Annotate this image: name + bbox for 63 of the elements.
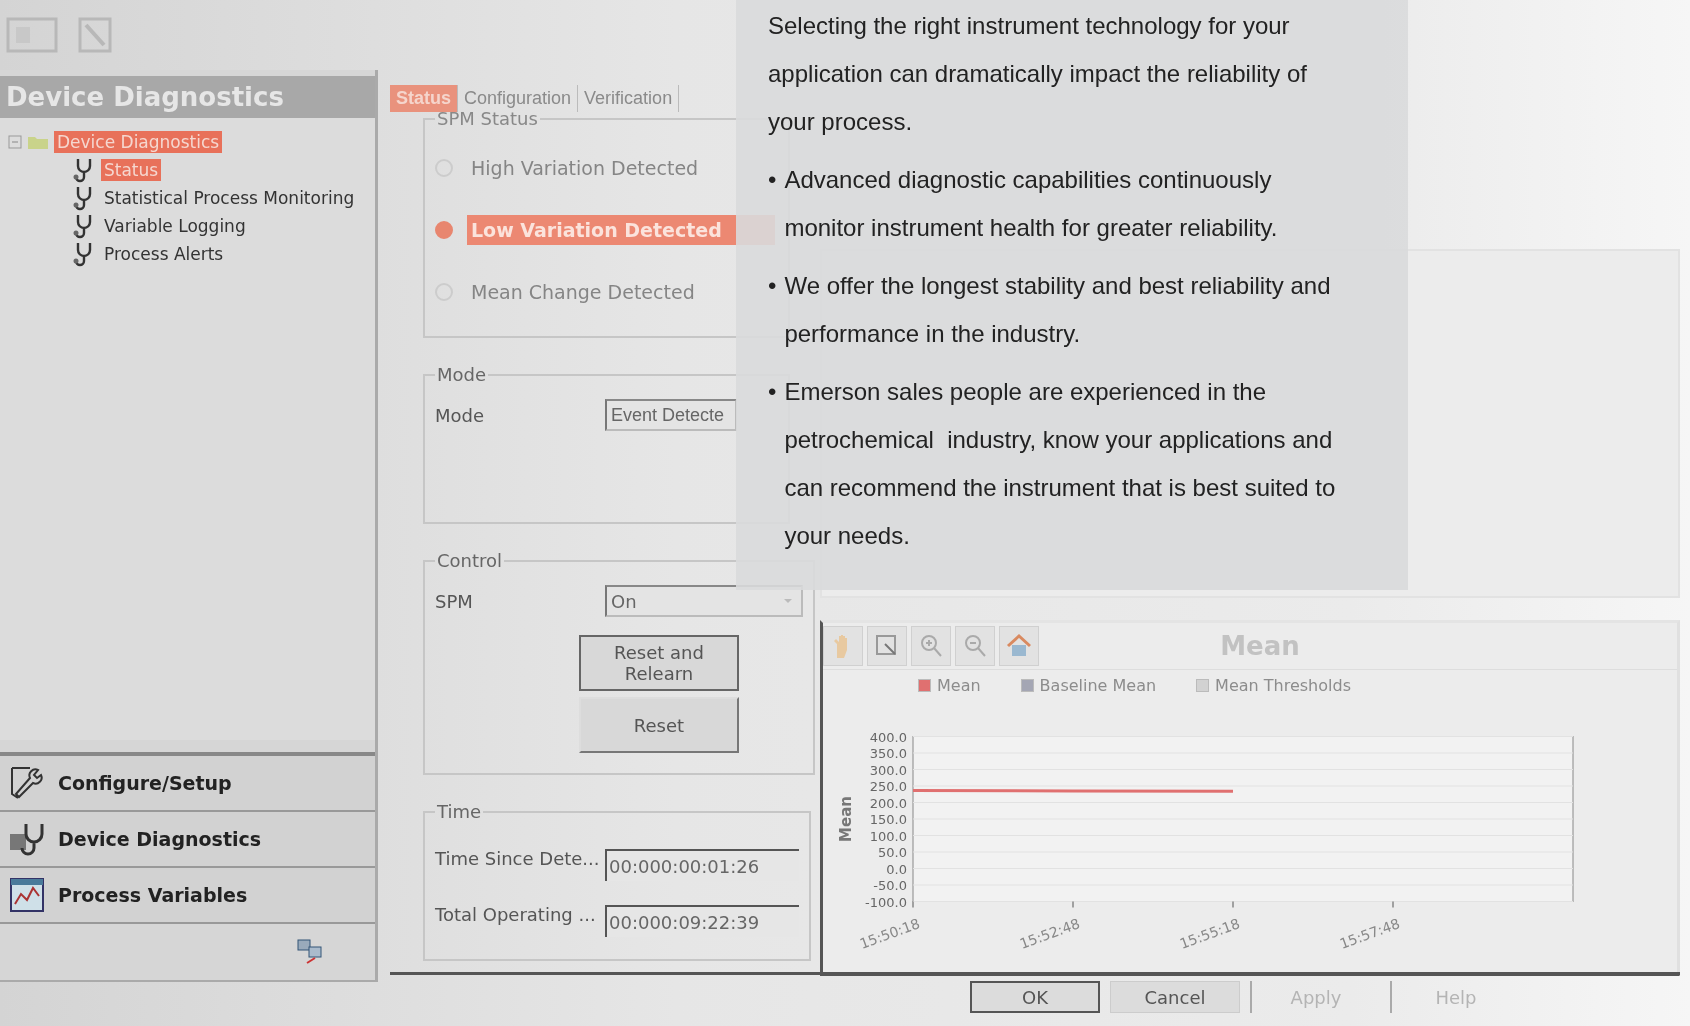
bullet-text: Advanced diagnostic capabilities continuously monitor instrument health for greater reliability. (784, 165, 1279, 243)
bullet-mark: • (768, 377, 777, 407)
radio-label: High Variation Detected (470, 156, 700, 181)
y-tick-label: 50.0 (878, 845, 907, 860)
field-label: Total Operating ... (435, 903, 597, 925)
action-button[interactable]: Reset and Relearn (579, 635, 739, 691)
field-label: SPM (435, 590, 474, 612)
legend-label: Mean (937, 675, 981, 695)
y-tick-label: 300.0 (869, 762, 907, 778)
nav-label: Device Diagnostics (58, 828, 262, 850)
zoom-out-icon[interactable] (955, 626, 995, 666)
y-tick-label: 350.0 (869, 746, 907, 761)
bullet-mark: • (768, 271, 777, 301)
nav-item[interactable]: Process Variables (0, 868, 375, 924)
y-tick-label: -50.0 (873, 878, 907, 893)
mode-dropdown[interactable]: Event Detecte (605, 399, 737, 431)
intro-paragraph: Selecting the right instrument technology for your application can dramatically impact the reliability of your process. (768, 11, 1308, 137)
tab[interactable]: Verification (578, 84, 680, 112)
radio-button[interactable] (435, 221, 453, 239)
tab[interactable]: Configuration (458, 84, 579, 112)
y-tick-label: 250.0 (869, 779, 907, 794)
radio-label: Mean Change Detected (470, 280, 696, 305)
nav-label: Process Variables (58, 884, 248, 906)
bullet-text: Emerson sales people are experienced in the petrochemical industry, know your applications and can recommend the instrument that is best suited to your needs. (784, 377, 1337, 551)
bullet-mark: • (768, 165, 777, 195)
group-label: Mode (436, 364, 488, 385)
wrench-icon (8, 764, 46, 802)
spm-dropdown[interactable]: On (605, 585, 803, 617)
home-icon[interactable] (999, 626, 1039, 666)
nav-label: Configure/Setup (58, 772, 232, 794)
time-field[interactable]: 00:000:09:22:39 (605, 905, 799, 937)
y-tick-label: 100.0 (869, 828, 907, 844)
pan-icon[interactable] (823, 626, 863, 666)
nav-item[interactable]: Device Diagnostics (0, 812, 375, 868)
toolbar-icon[interactable] (6, 15, 58, 55)
options-icon[interactable] (295, 937, 325, 967)
nav-item[interactable]: Configure/Setup (0, 756, 375, 812)
field-label: Time Since Dete... (435, 847, 601, 869)
collapse-icon[interactable] (8, 135, 22, 149)
y-tick-label: -100.0 (865, 894, 907, 910)
chart-icon (8, 876, 46, 914)
time-field[interactable]: 00:000:00:01:26 (605, 849, 799, 881)
tree-item[interactable]: Variable Logging (101, 215, 249, 237)
action-button[interactable]: Reset (579, 697, 739, 753)
y-tick-label: 200.0 (869, 795, 907, 811)
y-tick-label: 400.0 (869, 729, 907, 745)
zoom-box-icon[interactable] (867, 626, 907, 666)
y-axis-label: Mean (837, 796, 855, 842)
bullet-text: We offer the longest stability and best reliability and performance in the industry. (784, 271, 1332, 349)
y-tick-label: 150.0 (869, 812, 907, 827)
tree-item[interactable]: Process Alerts (101, 243, 227, 265)
zoom-in-icon[interactable] (911, 626, 951, 666)
y-tick-label: 0.0 (886, 861, 907, 877)
dialog-button[interactable]: OK (970, 981, 1100, 1013)
folder-icon (27, 134, 49, 150)
group-label: Time (436, 801, 483, 822)
sidebar-title: Device Diagnostics (0, 76, 375, 118)
group-label: Control (436, 550, 504, 571)
legend-label: Mean Thresholds (1215, 675, 1351, 695)
tree-item[interactable]: Statistical Process Monitoring (101, 187, 358, 209)
field-label: Mode (435, 404, 486, 426)
dialog-button[interactable]: Cancel (1110, 981, 1240, 1013)
legend-label: Baseline Mean (1039, 675, 1157, 695)
